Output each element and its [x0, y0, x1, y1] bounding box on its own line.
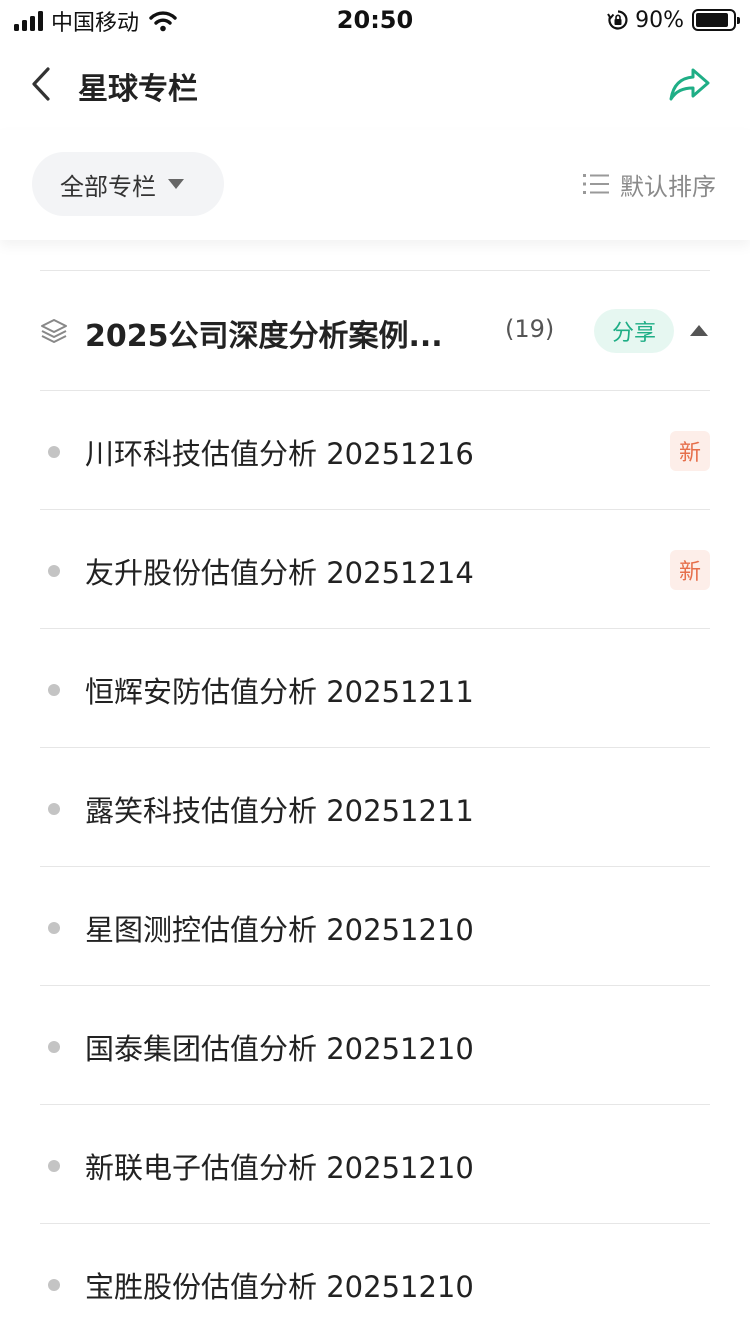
- article-title: 星图测控估值分析 20251210: [85, 913, 474, 947]
- article-title: 宝胜股份估值分析 20251210: [85, 1270, 474, 1304]
- battery-level-fill: [696, 13, 729, 27]
- bullet-dot-icon: [48, 922, 60, 934]
- status-bar: 中国移动 20:50 90%: [0, 0, 750, 40]
- article-row[interactable]: 恒辉安防估值分析 20251211: [40, 629, 710, 748]
- article-title: 新联电子估值分析 20251210: [85, 1151, 474, 1185]
- article-row[interactable]: 新联电子估值分析 20251210: [40, 1105, 710, 1224]
- page-title: 星球专栏: [78, 72, 198, 107]
- filter-bar: 全部专栏 默认排序: [0, 130, 750, 240]
- group-share-button[interactable]: 分享: [594, 309, 674, 353]
- article-row[interactable]: 星图测控估值分析 20251210: [40, 867, 710, 986]
- column-filter-dropdown[interactable]: 全部专栏: [32, 152, 224, 216]
- layers-icon: [41, 319, 67, 343]
- share-button[interactable]: [666, 62, 714, 106]
- column-group-count: (19): [505, 315, 555, 343]
- share-arrow-icon: [669, 68, 710, 101]
- article-title: 露笑科技估值分析 20251211: [85, 794, 474, 828]
- back-button[interactable]: [24, 62, 60, 106]
- caret-down-icon: [168, 179, 184, 189]
- orientation-lock-icon: [607, 10, 628, 30]
- bullet-dot-icon: [48, 1279, 60, 1291]
- article-row[interactable]: 国泰集团估值分析 20251210: [40, 986, 710, 1105]
- article-title: 友升股份估值分析 20251214: [85, 556, 474, 590]
- column-group-header[interactable]: 2025公司深度分析案例... (19) 分享: [40, 271, 710, 391]
- bullet-dot-icon: [48, 1160, 60, 1172]
- bullet-dot-icon: [48, 446, 60, 458]
- bullet-dot-icon: [48, 684, 60, 696]
- article-row[interactable]: 川环科技估值分析 20251216 新: [40, 391, 710, 510]
- sort-label: 默认排序: [620, 172, 716, 201]
- nav-bar: 星球专栏: [0, 40, 750, 130]
- article-title: 川环科技估值分析 20251216: [85, 437, 474, 471]
- new-badge: 新: [670, 431, 710, 471]
- column-content: 2025公司深度分析案例... (19) 分享 川环科技估值分析 2025121…: [0, 240, 750, 1334]
- new-badge: 新: [670, 550, 710, 590]
- sort-button[interactable]: 默认排序: [582, 166, 716, 202]
- article-row[interactable]: 友升股份估值分析 20251214 新: [40, 510, 710, 629]
- article-title: 恒辉安防估值分析 20251211: [85, 675, 474, 709]
- triangle-up-icon[interactable]: [690, 325, 708, 336]
- article-list: 川环科技估值分析 20251216 新友升股份估值分析 20251214 新恒辉安防…: [40, 391, 710, 1334]
- battery-percent: 90%: [635, 7, 684, 33]
- column-group-title: 2025公司深度分析案例...: [85, 319, 443, 354]
- article-title: 国泰集团估值分析 20251210: [85, 1032, 474, 1066]
- battery-icon: [692, 9, 740, 31]
- bullet-dot-icon: [48, 1041, 60, 1053]
- article-row[interactable]: 宝胜股份估值分析 20251210: [40, 1224, 710, 1334]
- bullet-dot-icon: [48, 803, 60, 815]
- list-sort-icon: [583, 174, 609, 194]
- bullet-dot-icon: [48, 565, 60, 577]
- column-filter-label: 全部专栏: [60, 172, 156, 201]
- status-right: 90%: [607, 7, 740, 33]
- article-row[interactable]: 露笑科技估值分析 20251211: [40, 748, 710, 867]
- chevron-left-icon: [32, 67, 50, 101]
